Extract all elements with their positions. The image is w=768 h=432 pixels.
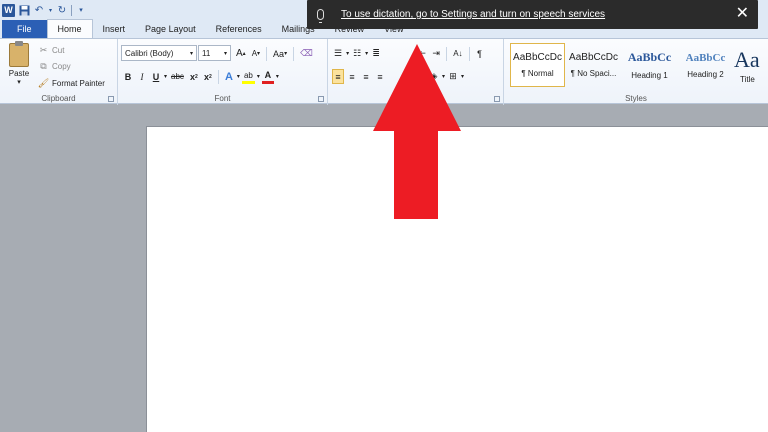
style-name: Heading 2 bbox=[687, 69, 724, 79]
tab-file[interactable]: File bbox=[2, 20, 47, 38]
align-center-icon[interactable]: ≡ bbox=[346, 69, 358, 84]
style-normal[interactable]: AaBbCcDc ¶ Normal bbox=[510, 43, 565, 87]
word-app-icon[interactable]: W bbox=[2, 3, 15, 17]
align-left-icon[interactable]: ≡ bbox=[332, 69, 344, 84]
text-effects-dropdown-icon[interactable]: ▾ bbox=[237, 73, 240, 80]
style-title[interactable]: Aa Title bbox=[734, 43, 768, 87]
cut-label: Cut bbox=[52, 45, 65, 55]
tab-references[interactable]: References bbox=[206, 20, 272, 38]
style-sample: AaBbCcDc bbox=[569, 52, 618, 63]
show-marks-button[interactable]: ¶ bbox=[474, 46, 486, 61]
change-case-button[interactable]: Aa ▾ bbox=[271, 46, 289, 61]
separator bbox=[217, 69, 219, 84]
style-sample: AaBbCc bbox=[627, 50, 672, 64]
grow-font-label: A bbox=[236, 48, 243, 59]
shrink-font-button[interactable]: A ▾ bbox=[250, 46, 262, 61]
clipboard-group-label: Clipboard bbox=[41, 94, 76, 103]
font-launcher-icon[interactable] bbox=[318, 96, 324, 102]
copy-button[interactable]: ⧉ Copy bbox=[38, 59, 71, 73]
style-heading-2[interactable]: AaBbCc Heading 2 bbox=[678, 43, 733, 87]
style-name: ¶ No Spaci... bbox=[570, 69, 617, 78]
undo-dropdown-icon[interactable]: ▾ bbox=[48, 4, 53, 16]
font-color-label: A bbox=[264, 70, 272, 80]
paste-label: Paste bbox=[8, 69, 30, 78]
underline-dropdown-icon[interactable]: ▾ bbox=[164, 73, 167, 80]
format-painter-label: Format Painter bbox=[52, 78, 105, 88]
font-name-dropdown[interactable]: Calibri (Body) ▾ bbox=[121, 45, 197, 61]
underline-button[interactable]: U bbox=[150, 69, 162, 84]
highlight-dropdown-icon[interactable]: ▾ bbox=[257, 73, 260, 80]
font-group-label: Font bbox=[214, 94, 231, 103]
separator bbox=[293, 46, 295, 61]
bold-button[interactable]: B bbox=[122, 69, 134, 84]
font-name-value: Calibri (Body) bbox=[125, 48, 174, 58]
style-heading-1[interactable]: AaBbCc Heading 1 bbox=[622, 43, 677, 87]
styles-group-label: Styles bbox=[625, 94, 647, 103]
dictation-settings-link[interactable]: To use dictation, go to Settings and tur… bbox=[341, 9, 605, 20]
qat-separator bbox=[71, 4, 72, 16]
change-case-label: Aa bbox=[273, 48, 285, 59]
style-no-spacing[interactable]: AaBbCcDc ¶ No Spaci... bbox=[566, 43, 621, 87]
customize-qat-icon[interactable]: ▾ bbox=[75, 4, 87, 16]
copy-label: Copy bbox=[52, 61, 71, 71]
subscript-button[interactable]: x2 bbox=[188, 69, 200, 84]
style-sample: AaBbCcDc bbox=[513, 52, 562, 63]
arrow-shape bbox=[373, 44, 461, 219]
style-sample: Aa bbox=[734, 46, 760, 72]
strikethrough-button[interactable]: abc bbox=[169, 69, 186, 84]
clear-formatting-icon[interactable]: ⌫ bbox=[298, 46, 315, 61]
separator bbox=[266, 46, 268, 61]
microphone-icon bbox=[317, 9, 324, 23]
italic-button[interactable]: I bbox=[136, 69, 148, 84]
text-effects-icon[interactable]: A bbox=[223, 69, 235, 84]
style-name: Heading 1 bbox=[631, 71, 668, 80]
tab-home[interactable]: Home bbox=[46, 19, 93, 38]
clipboard-group: Paste ▾ ✂ Cut ⧉ Copy 🖌 Format Painter Cl… bbox=[0, 39, 118, 105]
font-color-dropdown-icon[interactable]: ▾ bbox=[276, 73, 279, 80]
numbering-dropdown-icon[interactable]: ▾ bbox=[365, 50, 368, 57]
save-icon[interactable] bbox=[18, 4, 30, 16]
paste-dropdown-icon[interactable]: ▾ bbox=[17, 78, 21, 86]
bullets-dropdown-icon[interactable]: ▾ bbox=[346, 50, 349, 57]
style-name: Title bbox=[740, 74, 755, 84]
bullets-icon[interactable]: ☰ bbox=[332, 46, 344, 61]
paragraph-launcher-icon[interactable] bbox=[494, 96, 500, 102]
font-top-row: A ▴ A ▾ Aa ▾ ⌫ bbox=[234, 46, 315, 61]
font-group: Calibri (Body) ▾ 11 ▾ A ▴ A ▾ Aa ▾ ⌫ B I U … bbox=[118, 39, 328, 105]
red-arrow-annotation bbox=[373, 44, 461, 219]
grow-font-button[interactable]: A ▴ bbox=[234, 46, 248, 61]
chevron-down-icon: ▾ bbox=[189, 50, 193, 57]
paintbrush-icon: 🖌 bbox=[37, 77, 50, 88]
font-color-button[interactable]: A bbox=[261, 69, 274, 84]
font-size-value: 11 bbox=[202, 48, 211, 58]
superscript-button[interactable]: x2 bbox=[202, 69, 214, 84]
numbering-icon[interactable]: ☷ bbox=[351, 46, 363, 61]
highlight-icon[interactable]: ab bbox=[241, 69, 255, 84]
copy-icon: ⧉ bbox=[40, 60, 47, 71]
tab-page-layout[interactable]: Page Layout bbox=[135, 20, 206, 38]
font-bottom-row: B I U ▾ abc x2 x2 A ▾ ab ▾ A ▾ bbox=[122, 69, 279, 84]
separator bbox=[468, 46, 470, 61]
format-painter-button[interactable]: 🖌 Format Painter bbox=[38, 76, 105, 90]
style-name: ¶ Normal bbox=[521, 69, 554, 78]
clipboard-launcher-icon[interactable] bbox=[108, 96, 114, 102]
undo-icon[interactable]: ↶ bbox=[33, 4, 45, 16]
font-size-dropdown[interactable]: 11 ▾ bbox=[198, 45, 231, 61]
scissors-icon: ✂ bbox=[39, 44, 48, 55]
style-sample: AaBbCc bbox=[685, 51, 726, 64]
cut-button[interactable]: ✂ Cut bbox=[38, 43, 65, 57]
chevron-down-icon: ▾ bbox=[223, 50, 227, 57]
dictation-notification: To use dictation, go to Settings and tur… bbox=[307, 0, 758, 29]
styles-group: AaBbCcDc ¶ Normal AaBbCcDc ¶ No Spaci...… bbox=[504, 39, 768, 105]
paste-button[interactable]: Paste ▾ bbox=[5, 41, 33, 87]
paste-icon bbox=[9, 41, 29, 67]
redo-icon[interactable]: ↻ bbox=[56, 4, 68, 16]
tab-insert[interactable]: Insert bbox=[93, 20, 136, 38]
close-icon[interactable]: ✕ bbox=[736, 6, 749, 22]
